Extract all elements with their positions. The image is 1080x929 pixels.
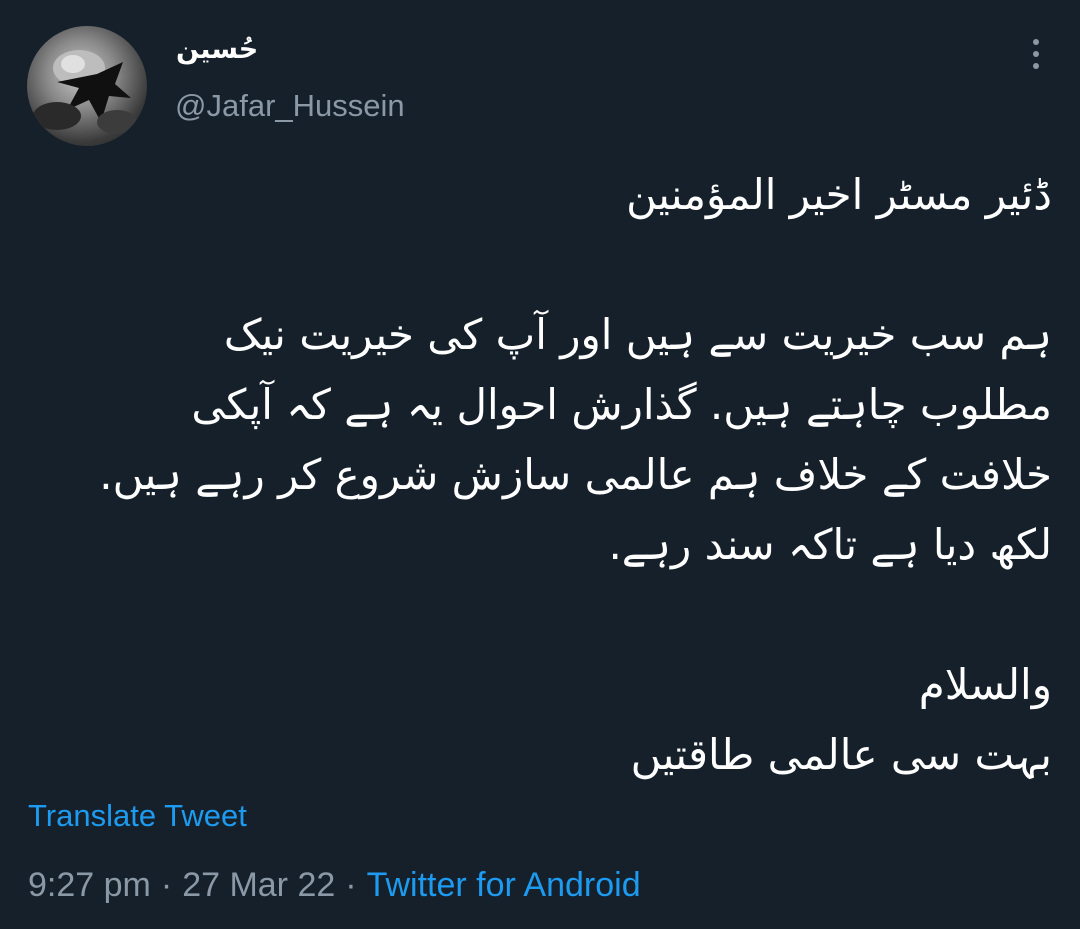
translate-tweet-link[interactable]: Translate Tweet: [28, 798, 247, 834]
display-name[interactable]: حُسین: [176, 34, 258, 65]
avatar-photo: [33, 50, 137, 134]
meta-separator: ·: [160, 866, 173, 904]
tweet-source-link[interactable]: Twitter for Android: [367, 866, 641, 904]
meta-separator: ·: [345, 866, 357, 904]
tweet-line: والسلام: [918, 660, 1052, 709]
tweet-date[interactable]: 27 Mar 22: [182, 866, 335, 904]
tweet-line: لکھ دیا ہے تاکہ سند رہے.: [608, 520, 1052, 569]
tweet-line: مطلوب چاہتے ہیں. گذارش احوال یہ ہے کہ آپ…: [191, 380, 1052, 429]
tweet-text: ڈئیر مسٹر اخیر المؤمنین ہم سب خیریت سے ہ…: [52, 160, 1052, 790]
more-vertical-icon: [1033, 39, 1039, 45]
tweet-line: ڈئیر مسٹر اخیر المؤمنین: [626, 170, 1052, 219]
more-vertical-icon: [1033, 51, 1039, 57]
user-handle[interactable]: @Jafar_Hussein: [175, 88, 405, 124]
tweet-meta: 9:27 pm · 27 Mar 22 · Twitter for Android: [28, 866, 641, 905]
avatar[interactable]: [27, 26, 147, 146]
tweet-line: خلافت کے خلاف ہم عالمی سازش شروع کر رہے …: [99, 450, 1052, 499]
tweet-time[interactable]: 9:27 pm: [28, 866, 151, 904]
more-options-button[interactable]: [1018, 34, 1054, 74]
more-vertical-icon: [1033, 63, 1039, 69]
tweet-line: ہم سب خیریت سے ہیں اور آپ کی خیریت نیک: [223, 310, 1052, 359]
tweet-line: بہت سی عالمی طاقتیں: [630, 730, 1052, 779]
